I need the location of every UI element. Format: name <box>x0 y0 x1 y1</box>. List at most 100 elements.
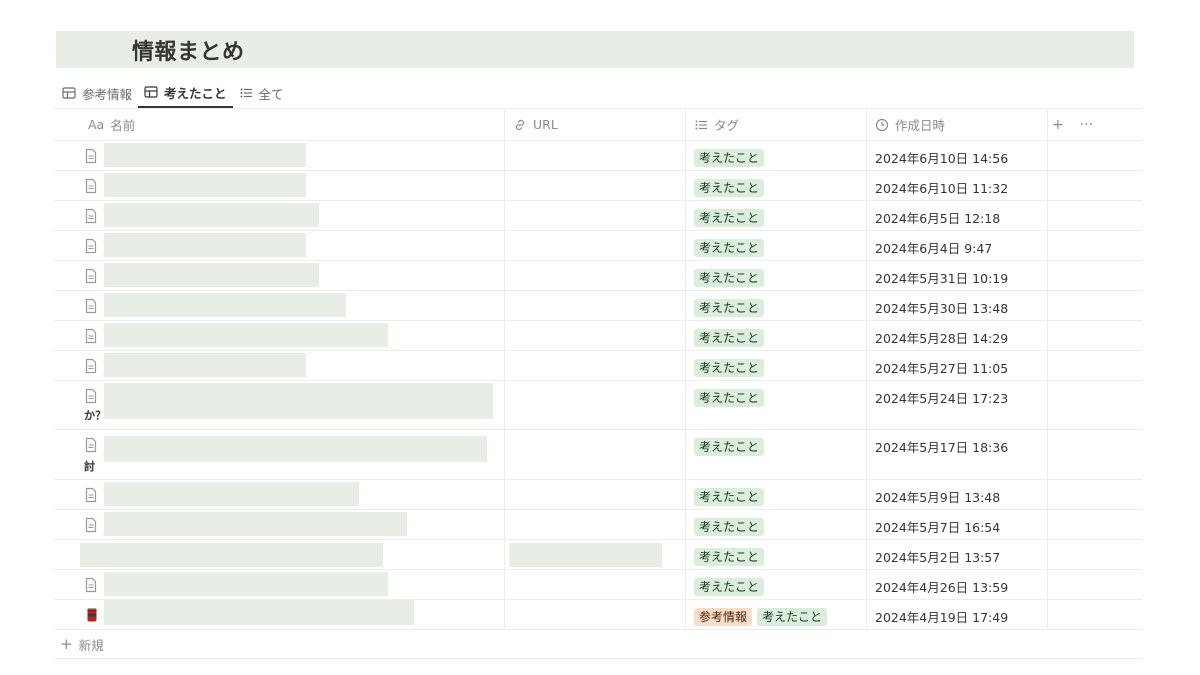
page-title[interactable]: 情報まとめ <box>132 34 245 66</box>
tag-cell[interactable]: 参考情報 考えたこと <box>686 600 867 629</box>
document-icon <box>85 238 97 254</box>
table-row[interactable]: 考えたこと 2024年5月30日 13:48 <box>54 291 1142 321</box>
name-cell[interactable] <box>54 261 505 290</box>
tag-cell[interactable]: 考えたこと <box>686 430 867 479</box>
url-cell[interactable] <box>505 141 686 170</box>
column-header-tag[interactable]: タグ <box>686 109 867 140</box>
table-row[interactable]: 考えたこと 2024年4月26日 13:59 <box>54 570 1142 600</box>
more-options-button[interactable]: ··· <box>1080 117 1093 133</box>
tab-all[interactable]: 全て <box>233 78 290 108</box>
add-column-button[interactable]: + <box>1052 117 1064 133</box>
tag-cell[interactable]: 考えたこと <box>686 480 867 509</box>
name-cell[interactable] <box>54 321 505 350</box>
name-cell[interactable] <box>54 570 505 599</box>
new-row-button[interactable]: + 新規 <box>54 630 1142 659</box>
tag-badge: 考えたこと <box>694 329 765 347</box>
tag-cell[interactable]: 考えたこと <box>686 291 867 320</box>
column-header-name[interactable]: Aa 名前 <box>54 109 505 140</box>
tag-badge: 考えたこと <box>694 299 765 317</box>
clock-icon <box>875 118 889 131</box>
url-cell[interactable] <box>505 261 686 290</box>
name-redaction <box>104 293 346 317</box>
name-cell[interactable]: 討 <box>54 430 505 479</box>
tab-reference[interactable]: 参考情報 <box>56 78 138 108</box>
created-cell: 2024年5月17日 18:36 <box>867 430 1048 479</box>
tag-cell[interactable]: 考えたこと <box>686 510 867 539</box>
name-redaction <box>104 383 493 419</box>
url-cell[interactable] <box>505 351 686 380</box>
table-row[interactable]: 考えたこと 2024年5月31日 10:19 <box>54 261 1142 291</box>
name-redaction <box>104 482 359 506</box>
name-cell[interactable]: か？ <box>54 381 505 429</box>
table-row[interactable]: 考えたこと 2024年6月4日 9:47 <box>54 231 1142 261</box>
name-cell[interactable] <box>54 291 505 320</box>
table-row[interactable]: 考えたこと 2024年5月28日 14:29 <box>54 321 1142 351</box>
name-cell[interactable] <box>54 510 505 539</box>
name-cell[interactable] <box>54 141 505 170</box>
tag-cell[interactable]: 考えたこと <box>686 201 867 230</box>
name-redaction <box>104 436 487 462</box>
created-cell: 2024年6月4日 9:47 <box>867 231 1048 260</box>
tag-cell[interactable]: 考えたこと <box>686 231 867 260</box>
created-time: 2024年5月17日 18:36 <box>875 440 1009 455</box>
name-redaction <box>104 233 306 257</box>
table-row[interactable]: 考えたこと 2024年6月10日 11:32 <box>54 171 1142 201</box>
url-cell[interactable] <box>505 430 686 479</box>
url-cell[interactable] <box>505 381 686 429</box>
created-time: 2024年6月4日 9:47 <box>875 241 993 256</box>
table-row[interactable]: 討 考えたこと 2024年5月17日 18:36 <box>54 430 1142 480</box>
url-cell[interactable] <box>505 291 686 320</box>
url-cell[interactable] <box>505 321 686 350</box>
document-icon <box>85 178 97 194</box>
name-cell[interactable] <box>54 201 505 230</box>
name-redaction <box>104 173 306 197</box>
table-row[interactable]: 考えたこと 2024年5月9日 13:48 <box>54 480 1142 510</box>
created-cell: 2024年5月31日 10:19 <box>867 261 1048 290</box>
table-row[interactable]: か？ 考えたこと 2024年5月24日 17:23 <box>54 381 1142 430</box>
name-cell[interactable] <box>54 600 505 629</box>
column-header-actions: + ··· <box>1048 109 1142 140</box>
name-cell[interactable] <box>54 540 505 569</box>
document-icon <box>85 487 97 503</box>
url-cell[interactable] <box>505 480 686 509</box>
created-cell: 2024年5月7日 16:54 <box>867 510 1048 539</box>
name-cell[interactable] <box>54 351 505 380</box>
url-cell[interactable] <box>505 171 686 200</box>
table-row[interactable]: 考えたこと 2024年5月2日 13:57 <box>54 540 1142 570</box>
tag-cell[interactable]: 考えたこと <box>686 351 867 380</box>
name-cell[interactable] <box>54 480 505 509</box>
created-cell: 2024年5月2日 13:57 <box>867 540 1048 569</box>
list-icon <box>695 120 707 129</box>
name-cell[interactable] <box>54 231 505 260</box>
column-header-url[interactable]: URL <box>505 109 686 140</box>
tag-cell[interactable]: 考えたこと <box>686 321 867 350</box>
tag-badge: 考えたこと <box>694 389 765 407</box>
tag-cell[interactable]: 考えたこと <box>686 261 867 290</box>
table-row[interactable]: 考えたこと 2024年5月7日 16:54 <box>54 510 1142 540</box>
table-row[interactable]: 考えたこと 2024年6月5日 12:18 <box>54 201 1142 231</box>
tab-thoughts[interactable]: 考えたこと <box>138 78 233 108</box>
table-row[interactable]: 参考情報 考えたこと 2024年4月19日 17:49 <box>54 600 1142 630</box>
url-cell[interactable] <box>505 231 686 260</box>
tag-cell[interactable]: 考えたこと <box>686 171 867 200</box>
name-wrap-text: か？ <box>84 409 106 422</box>
url-cell[interactable] <box>505 540 686 569</box>
table-row[interactable]: 考えたこと 2024年5月27日 11:05 <box>54 351 1142 381</box>
url-cell[interactable] <box>505 510 686 539</box>
tag-cell[interactable]: 考えたこと <box>686 540 867 569</box>
row-spacer <box>1048 430 1142 479</box>
table-row[interactable]: 考えたこと 2024年6月10日 14:56 <box>54 141 1142 171</box>
plus-icon: + <box>60 635 73 653</box>
tag-cell[interactable]: 考えたこと <box>686 141 867 170</box>
document-icon <box>85 577 97 593</box>
name-cell[interactable] <box>54 171 505 200</box>
row-spacer <box>1048 381 1142 429</box>
column-header-created[interactable]: 作成日時 <box>867 109 1048 140</box>
url-redaction <box>509 543 662 567</box>
row-spacer <box>1048 171 1142 200</box>
url-cell[interactable] <box>505 570 686 599</box>
url-cell[interactable] <box>505 600 686 629</box>
tag-cell[interactable]: 考えたこと <box>686 381 867 429</box>
url-cell[interactable] <box>505 201 686 230</box>
tag-cell[interactable]: 考えたこと <box>686 570 867 599</box>
